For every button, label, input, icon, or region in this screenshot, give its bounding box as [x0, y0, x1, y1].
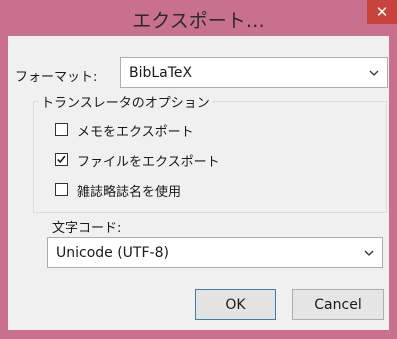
format-select[interactable]: BibLaTeX	[120, 57, 388, 88]
charset-selected-value: Unicode (UTF-8)	[56, 244, 169, 261]
title-bar[interactable]: エクスポート… ✕	[0, 0, 397, 36]
checkmark-icon	[57, 155, 66, 164]
export-dialog: エクスポート… ✕ フォーマット: BibLaTeX トランスレータのオプション…	[0, 0, 397, 339]
charset-label: 文字コード:	[52, 221, 122, 236]
chevron-down-icon	[364, 250, 374, 256]
close-icon: ✕	[375, 3, 389, 21]
translator-options-label: トランスレータのオプション	[39, 92, 212, 111]
charset-select[interactable]: Unicode (UTF-8)	[47, 237, 383, 268]
format-selected-value: BibLaTeX	[129, 64, 193, 81]
use-journal-abbr-label: 雑誌略誌名を使用	[77, 185, 182, 200]
export-files-checkbox[interactable]	[55, 153, 68, 166]
ok-button[interactable]: OK	[195, 289, 276, 320]
chevron-down-icon	[369, 70, 379, 76]
export-notes-label: メモをエクスポート	[77, 125, 194, 140]
use-journal-abbr-checkbox[interactable]	[55, 183, 68, 196]
format-label: フォーマット:	[15, 70, 98, 85]
dialog-title: エクスポート…	[132, 10, 265, 32]
export-files-label: ファイルをエクスポート	[77, 155, 220, 170]
cancel-button[interactable]: Cancel	[292, 289, 384, 320]
close-button[interactable]: ✕	[367, 0, 397, 24]
export-notes-checkbox[interactable]	[55, 123, 68, 136]
